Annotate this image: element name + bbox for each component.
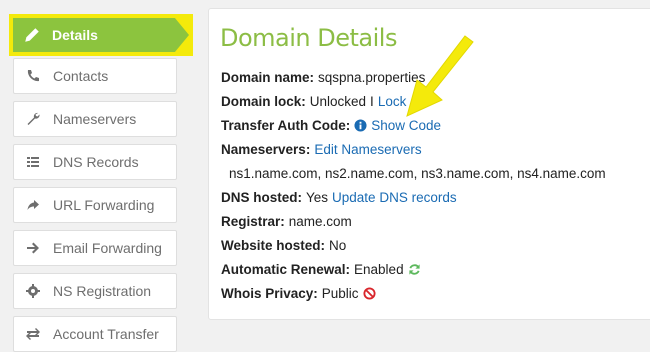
edit-nameservers-link[interactable]: Edit Nameservers — [314, 142, 421, 157]
domain-lock-value: Unlocked — [309, 94, 367, 109]
dns-hosted-label: DNS hosted: — [221, 190, 302, 205]
sidebar-item-contacts[interactable]: Contacts — [13, 58, 177, 94]
sidebar-item-label: Email Forwarding — [53, 240, 162, 256]
active-nav-highlight: Details — [9, 14, 193, 56]
list-icon — [24, 153, 42, 171]
sidebar-item-label: Details — [52, 27, 98, 43]
sidebar-item-url-forwarding[interactable]: URL Forwarding — [13, 187, 177, 223]
nameservers-row: Nameservers: Edit Nameservers — [221, 142, 422, 157]
sidebar-item-ns-registration[interactable]: NS Registration — [13, 273, 177, 309]
auto-renewal-row: Automatic Renewal: Enabled — [221, 262, 421, 277]
annotation-arrow-icon — [406, 35, 474, 117]
phone-icon — [24, 67, 42, 85]
sidebar: Details Contacts Nameservers DNS Records… — [0, 0, 200, 352]
arrow-right-icon — [24, 239, 42, 257]
sidebar-item-details[interactable]: Details — [13, 18, 189, 52]
dns-hosted-value: Yes — [306, 190, 329, 205]
domain-lock-label: Domain lock: — [221, 94, 306, 109]
registrar-value: name.com — [288, 214, 352, 229]
sidebar-item-label: URL Forwarding — [53, 197, 155, 213]
nameservers-list-value: ns1.name.com, ns2.name.com, ns3.name.com… — [229, 166, 606, 181]
gear-icon — [24, 282, 42, 300]
whois-privacy-label: Whois Privacy: — [221, 286, 318, 301]
sidebar-item-dns-records[interactable]: DNS Records — [13, 144, 177, 180]
prohibited-icon[interactable] — [363, 287, 376, 300]
sidebar-item-nameservers[interactable]: Nameservers — [13, 101, 177, 137]
auto-renewal-label: Automatic Renewal: — [221, 262, 351, 277]
pencil-icon — [23, 26, 41, 44]
page-title: Domain Details — [220, 24, 397, 52]
website-hosted-row: Website hosted: No — [221, 238, 346, 253]
auto-renewal-value: Enabled — [354, 262, 404, 277]
registrar-row: Registrar: name.com — [221, 214, 352, 229]
sidebar-item-label: Nameservers — [53, 111, 137, 127]
domain-name-label: Domain name: — [221, 70, 315, 85]
nameservers-label: Nameservers: — [221, 142, 311, 157]
domain-lock-row: Domain lock: Unlocked I Lock — [221, 94, 406, 109]
sidebar-item-email-forwarding[interactable]: Email Forwarding — [13, 230, 177, 266]
sidebar-item-label: DNS Records — [53, 154, 139, 170]
transfer-auth-label: Transfer Auth Code: — [221, 118, 351, 133]
whois-privacy-row: Whois Privacy: Public — [221, 286, 376, 301]
whois-privacy-value: Public — [321, 286, 359, 301]
info-icon — [354, 119, 367, 132]
transfer-icon — [24, 325, 42, 343]
registrar-label: Registrar: — [221, 214, 285, 229]
sidebar-item-label: NS Registration — [53, 283, 152, 299]
sidebar-item-label: Contacts — [53, 68, 109, 84]
sidebar-item-label: Account Transfer — [53, 326, 159, 342]
website-hosted-label: Website hosted: — [221, 238, 326, 253]
separator: I — [370, 94, 374, 109]
update-dns-records-link[interactable]: Update DNS records — [332, 190, 457, 205]
wrench-icon — [24, 110, 42, 128]
website-hosted-value: No — [329, 238, 347, 253]
nameservers-list: ns1.name.com, ns2.name.com, ns3.name.com… — [229, 166, 606, 181]
dns-hosted-row: DNS hosted: Yes Update DNS records — [221, 190, 457, 205]
refresh-icon[interactable] — [408, 263, 421, 276]
sidebar-item-account-transfer[interactable]: Account Transfer — [13, 316, 177, 352]
share-arrow-icon — [24, 196, 42, 214]
